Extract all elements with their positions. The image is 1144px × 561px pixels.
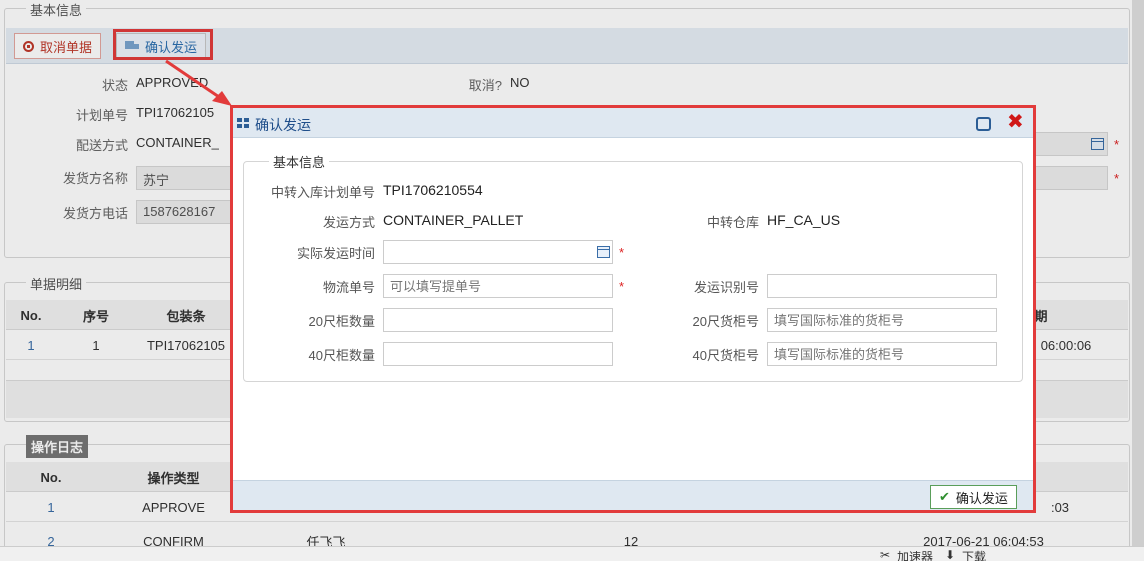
container20-no-label: 20尺货柜号 [692, 314, 759, 329]
confirm-shipment-dialog: 确认发运 ✖ 基本信息 中转入库计划单号 TPI1706210554 发运方式 … [230, 105, 1036, 513]
container40-no-label: 40尺货柜号 [692, 348, 759, 363]
ship-id-label: 发运识别号 [693, 280, 759, 295]
cancelled-label: 取消? [468, 78, 502, 93]
details-col-no: No. [20, 307, 42, 323]
page-scrollbar[interactable] [1132, 0, 1144, 546]
plan-no-label: 计划单号 [75, 108, 128, 123]
confirm-shipment-button[interactable]: ✔ 确认发运 [930, 485, 1017, 509]
required-mark-logistics: * [619, 279, 625, 294]
ship-id-input[interactable] [767, 274, 997, 298]
container20-no-input[interactable] [767, 308, 997, 332]
right-field-background[interactable] [1030, 166, 1108, 190]
maximize-icon[interactable] [976, 117, 991, 131]
actual-ship-time-label: 实际发运时间 [296, 246, 375, 261]
calendar-icon[interactable] [597, 246, 610, 258]
dialog-title: 确认发运 [255, 117, 311, 133]
download-icon[interactable]: ⬇ [945, 548, 955, 561]
transit-warehouse-value: HF_CA_US [767, 212, 841, 228]
transit-plan-value: TPI1706210554 [383, 182, 483, 198]
status-label: 状态 [101, 78, 128, 93]
ship-method-value: CONTAINER_PALLET [383, 212, 524, 228]
log-row-2-user: 任飞飞 [306, 534, 346, 547]
qty20-label: 20尺柜数量 [308, 314, 375, 329]
logistics-no-input[interactable] [383, 274, 613, 298]
shipper-name-label: 发货方名称 [62, 171, 128, 186]
details-legend: 单据明细 [26, 274, 87, 293]
qty40-label: 40尺柜数量 [308, 348, 375, 363]
qty20-input[interactable] [383, 308, 613, 332]
download-label[interactable]: 下载 [962, 548, 986, 561]
cancelled-value: NO [510, 75, 530, 90]
cancel-document-label: 取消单据 [40, 39, 93, 55]
details-col-package: 包装条 [166, 308, 206, 324]
calendar-icon-background[interactable] [1091, 138, 1104, 150]
actual-ship-time-input[interactable] [383, 240, 613, 264]
required-mark-time: * [619, 245, 625, 260]
close-icon[interactable]: ✖ [1007, 112, 1024, 132]
plan-no-value: TPI17062105 [136, 105, 215, 120]
dialog-footer: ✔ 确认发运 [233, 480, 1033, 510]
transit-warehouse-label: 中转仓库 [706, 215, 759, 230]
details-row-date: 06:00:06 [1040, 337, 1092, 353]
details-row-package: TPI17062105 [146, 337, 226, 353]
shipper-name-field[interactable]: 苏宁 [136, 166, 236, 190]
log-row-2-time: 2017-06-21 06:04:53 [923, 533, 1044, 547]
log-row-2[interactable]: 2 CONFIRM 任飞飞 12 2017-06-21 06:04:53 [6, 522, 1128, 547]
log-row-1-no: 1 [47, 499, 55, 515]
log-row-1-time: :03 [1050, 499, 1070, 515]
ship-method-label: 发运方式 [322, 215, 375, 230]
log-row-2-count: 12 [623, 533, 639, 547]
log-row-2-type: CONFIRM [143, 533, 204, 547]
details-col-seq: 序号 [82, 308, 109, 324]
container40-no-input[interactable] [767, 342, 997, 366]
confirm-shipment-label: 确认发运 [955, 490, 1008, 506]
log-col-type: 操作类型 [147, 470, 200, 486]
logistics-no-label: 物流单号 [322, 280, 375, 295]
log-row-2-no: 2 [47, 533, 55, 547]
stop-icon [23, 40, 34, 52]
accelerator-label[interactable]: 加速器 [897, 548, 933, 561]
required-mark-background-1: * [1114, 137, 1120, 152]
details-row-no: 1 [27, 337, 35, 353]
transit-plan-label: 中转入库计划单号 [270, 185, 375, 200]
browser-status-bar: ✂ 加速器 ⬇ 下载 [0, 546, 1144, 561]
qty40-input[interactable] [383, 342, 613, 366]
shipper-phone-label: 发货方电话 [62, 206, 128, 221]
delivery-label: 配送方式 [75, 138, 128, 153]
basic-info-legend: 基本信息 [26, 0, 87, 19]
dialog-header: 确认发运 ✖ [233, 108, 1033, 138]
dialog-fieldset-legend: 基本信息 [269, 152, 330, 171]
log-row-1-type: APPROVE [142, 499, 205, 515]
details-row-seq: 1 [92, 337, 100, 353]
log-legend: 操作日志 [26, 435, 89, 458]
check-icon: ✔ [939, 489, 950, 504]
shipper-phone-field[interactable]: 1587628167 [136, 200, 236, 224]
cancel-document-button[interactable]: 取消单据 [14, 33, 102, 59]
delivery-value: CONTAINER_ [136, 135, 219, 150]
required-mark-background-2: * [1114, 171, 1120, 186]
grid-icon [237, 118, 250, 129]
accelerator-icon[interactable]: ✂ [880, 548, 890, 561]
log-col-no: No. [40, 469, 62, 485]
toolbar-button-highlight [113, 29, 213, 60]
status-value: APPROVED [136, 75, 209, 90]
